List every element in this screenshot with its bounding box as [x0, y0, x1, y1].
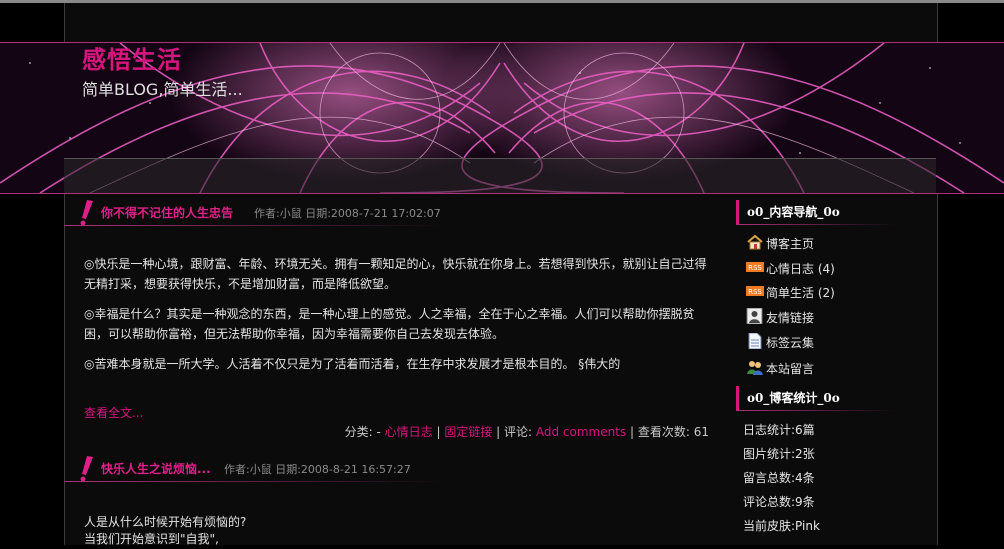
- post-paragraph: ◎苦难本身就是一所大学。人活着不仅只是为了活着而活着，在生存中求发展才是根本目的…: [84, 357, 621, 371]
- sidebar-item-label: 心情日志 (4): [766, 262, 835, 276]
- rss-icon: RSS: [746, 262, 764, 272]
- exclamation-mark-icon: [80, 456, 93, 482]
- heading-rule: [736, 224, 896, 225]
- document-icon: [748, 333, 762, 349]
- sidebar-stats-heading: o0_博客统计_0o: [736, 385, 936, 413]
- add-comments-link[interactable]: Add comments: [536, 425, 626, 439]
- sidebar-nav-title: o0_内容导航_0o: [747, 205, 840, 219]
- heading-accent-bar: [736, 200, 739, 224]
- svg-text:RSS: RSS: [748, 264, 762, 272]
- stat-image-count: 图片统计:2张: [743, 447, 815, 461]
- views-label: | 查看次数:: [626, 425, 694, 439]
- views-count: 61: [693, 425, 709, 439]
- post-paragraph: 当我们开始意识到"自我",: [84, 532, 219, 546]
- sidebar-item-label: 友情链接: [766, 311, 815, 325]
- sidebar-item-label: 标签云集: [766, 336, 815, 350]
- rss-icon: RSS: [746, 286, 764, 296]
- category-link[interactable]: 心情日志: [385, 425, 433, 439]
- permalink-link[interactable]: 固定链接: [444, 425, 492, 439]
- site-subtitle: 简单BLOG,简单生活...: [82, 80, 243, 99]
- svg-text:RSS: RSS: [748, 288, 762, 296]
- post-header: 你不得不记住的人生忠告 作者:小鼠 日期:2008-7-21 17:02:07: [64, 198, 724, 228]
- footer-separator: |: [432, 425, 445, 439]
- stat-message-count: 留言总数:4条: [743, 471, 815, 485]
- post-meta: 作者:小鼠 日期:2008-7-21 17:02:07: [254, 207, 441, 220]
- site-title[interactable]: 感悟生活: [82, 40, 182, 75]
- sidebar-item-label: 简单生活 (2): [766, 286, 835, 300]
- heading-accent-bar: [736, 386, 739, 410]
- heading-rule: [736, 410, 896, 411]
- post-meta: 作者:小鼠 日期:2008-8-21 16:57:27: [224, 463, 411, 476]
- read-more-link[interactable]: 查看全文...: [84, 404, 143, 421]
- sidebar-nav-heading: o0_内容导航_0o: [736, 199, 936, 227]
- sidebar-stats-title: o0_博客统计_0o: [747, 391, 840, 405]
- stat-current-skin: 当前皮肤:Pink: [743, 519, 820, 533]
- exclamation-mark-icon: [80, 200, 93, 226]
- post-footer: 分类: - 心情日志 | 固定链接 | 评论: Add comments | 查…: [345, 423, 709, 440]
- users-icon: [747, 361, 763, 375]
- post-header-rule: [64, 225, 444, 226]
- comments-label: | 评论:: [492, 425, 536, 439]
- post-paragraph: ◎幸福是什么？其实是一种观念的东西，是一种心理上的感觉。人之幸福，全在于心之幸福…: [84, 307, 695, 341]
- home-icon: [747, 234, 763, 250]
- category-label: 分类: -: [344, 425, 385, 439]
- post-header-rule: [64, 481, 444, 482]
- post-paragraph: ◎快乐是一种心境，跟财富、年龄、环境无关。拥有一颗知足的心，快乐就在你身上。若想…: [84, 257, 707, 291]
- post-title[interactable]: 快乐人生之说烦恼...: [101, 460, 211, 477]
- contact-icon: [746, 308, 763, 324]
- stat-post-count: 日志统计:6篇: [743, 423, 815, 437]
- stat-comment-count: 评论总数:9条: [743, 495, 815, 509]
- sidebar-item-label: 博客主页: [766, 237, 815, 251]
- banner-shade: [64, 158, 936, 193]
- post-title[interactable]: 你不得不记住的人生忠告: [101, 204, 233, 221]
- post-header: 快乐人生之说烦恼... 作者:小鼠 日期:2008-8-21 16:57:27: [64, 454, 724, 484]
- sidebar-item-label: 本站留言: [766, 362, 815, 376]
